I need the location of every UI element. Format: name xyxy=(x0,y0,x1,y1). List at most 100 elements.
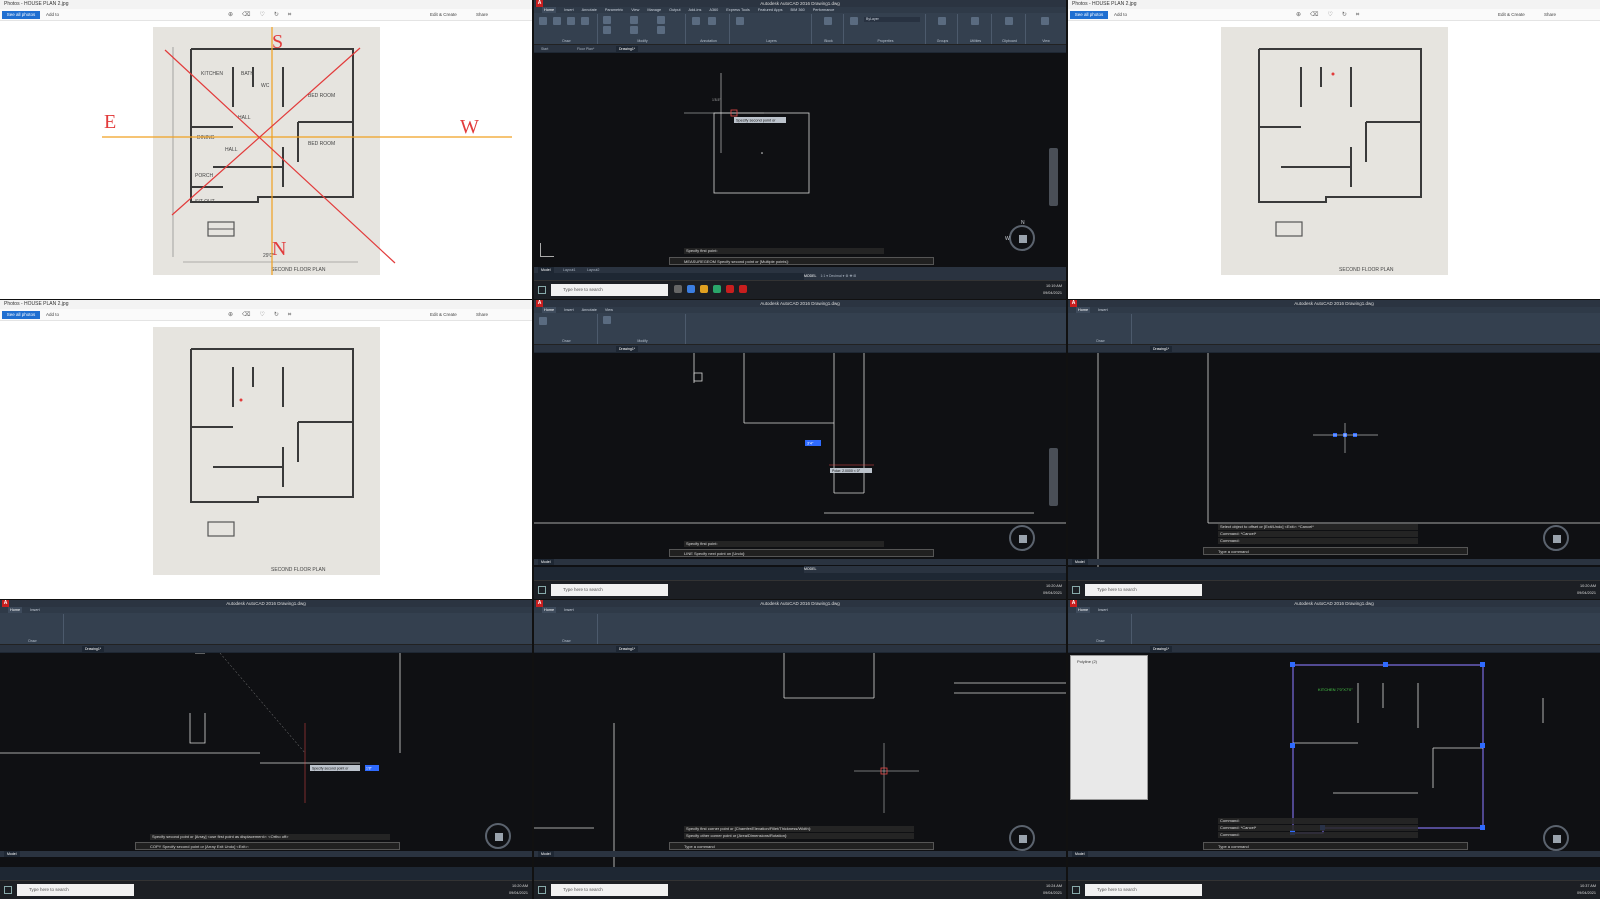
model-tab[interactable]: Model xyxy=(4,851,20,857)
doc-tab-drawing1[interactable]: Drawing1* xyxy=(616,346,639,352)
taskbar-app-icons[interactable] xyxy=(674,285,752,295)
taskbar-search-box[interactable]: Type here to search xyxy=(1085,884,1202,896)
layer-properties-icon[interactable] xyxy=(736,17,744,25)
line-tool-icon[interactable] xyxy=(539,17,547,25)
edit-create-button[interactable]: Edit & Create xyxy=(1498,11,1525,19)
taskbar-search-box[interactable]: Type here to search xyxy=(551,584,668,596)
measure-tool-icon[interactable] xyxy=(971,17,979,25)
viewcube-face[interactable] xyxy=(1019,235,1027,243)
add-to-button[interactable]: Add to xyxy=(1114,11,1127,19)
zoom-delete-favorite-rotate-crop-icons[interactable]: ⊕⌫♡↻⌗ xyxy=(228,11,300,19)
share-button[interactable]: Share xyxy=(476,11,488,19)
share-button[interactable]: Share xyxy=(476,311,488,319)
viewcube-face[interactable] xyxy=(1019,535,1027,543)
autocad-logo-icon[interactable]: A xyxy=(536,600,543,607)
autocad-logo-icon[interactable]: A xyxy=(1070,300,1077,307)
line-tool-icon[interactable] xyxy=(539,317,547,325)
add-to-button[interactable]: Add to xyxy=(46,11,59,19)
autocad-logo-icon[interactable]: A xyxy=(536,0,543,7)
viewcube-face[interactable] xyxy=(495,833,503,841)
viewcube[interactable] xyxy=(1543,525,1569,551)
model-tab[interactable]: Model xyxy=(538,851,554,857)
doc-tab-drawing1[interactable]: Drawing1* xyxy=(1150,346,1173,352)
polyline-tool-icon[interactable] xyxy=(553,17,561,25)
viewcube[interactable] xyxy=(485,823,511,849)
trim-tool-icon[interactable] xyxy=(657,16,665,24)
windows-start-icon[interactable] xyxy=(538,286,546,294)
windows-start-icon[interactable] xyxy=(538,886,546,894)
navigation-bar[interactable] xyxy=(1049,148,1058,206)
command-line[interactable]: Type a command xyxy=(1203,842,1468,850)
see-all-photos-button[interactable]: See all photos xyxy=(2,311,40,319)
doc-tab-drawing1[interactable]: Drawing1* xyxy=(616,646,639,652)
doc-tab-floor-plan[interactable]: Floor Plan* xyxy=(574,46,597,52)
viewcube-face[interactable] xyxy=(1553,535,1561,543)
model-tab[interactable]: Model xyxy=(538,559,554,565)
model-tab[interactable]: Model xyxy=(1072,559,1088,565)
taskbar-search-box[interactable]: Type here to search xyxy=(551,884,668,896)
insert-block-icon[interactable] xyxy=(824,17,832,25)
viewcube[interactable] xyxy=(1009,525,1035,551)
taskbar-search-box[interactable]: Type here to search xyxy=(1085,584,1202,596)
edit-create-button[interactable]: Edit & Create xyxy=(430,11,457,19)
layout1-tab[interactable]: Layout1 xyxy=(560,267,578,273)
taskbar-search-box[interactable]: Type here to search xyxy=(551,284,668,296)
drawing-canvas[interactable]: Specify second point or 1'8.5" NW xyxy=(534,53,1066,267)
system-tray-clock[interactable]: 10:37 AM 09/04/2021 xyxy=(1577,883,1596,897)
fillet-tool-icon[interactable] xyxy=(657,26,665,34)
layout2-tab[interactable]: Layout2 xyxy=(584,267,602,273)
dimension-tool-icon[interactable] xyxy=(708,17,716,25)
layer-dropdown[interactable]: ByLayer xyxy=(864,17,920,22)
move-tool-icon[interactable] xyxy=(603,16,611,24)
windows-start-icon[interactable] xyxy=(1072,886,1080,894)
match-properties-icon[interactable] xyxy=(850,17,858,25)
viewcube[interactable]: NW xyxy=(1005,220,1035,251)
taskbar-search-box[interactable]: Type here to search xyxy=(17,884,134,896)
add-to-button[interactable]: Add to xyxy=(46,311,59,319)
command-line[interactable]: COPY Specify second point or [Array Exit… xyxy=(135,842,400,850)
navigation-bar[interactable] xyxy=(1049,448,1058,506)
properties-palette[interactable]: Polyline (2) xyxy=(1070,655,1148,800)
arc-tool-icon[interactable] xyxy=(581,17,589,25)
circle-tool-icon[interactable] xyxy=(567,17,575,25)
doc-tab-start[interactable]: Start xyxy=(538,46,551,52)
zoom-delete-favorite-rotate-crop-icons[interactable]: ⊕⌫♡↻⌗ xyxy=(1296,11,1368,19)
system-tray-clock[interactable]: 10:20 AM 09/04/2021 xyxy=(1043,583,1062,597)
move-tool-icon[interactable] xyxy=(603,316,611,324)
rotate-tool-icon[interactable] xyxy=(630,16,638,24)
windows-start-icon[interactable] xyxy=(1072,586,1080,594)
command-line[interactable]: LINE Specify next point on [Undo]: xyxy=(669,549,934,557)
see-all-photos-button[interactable]: See all photos xyxy=(2,11,40,19)
doc-tab-drawing1[interactable]: Drawing1* xyxy=(1150,646,1173,652)
doc-tab-drawing1[interactable]: Drawing1* xyxy=(82,646,105,652)
paste-tool-icon[interactable] xyxy=(1005,17,1013,25)
viewcube-face[interactable] xyxy=(1019,835,1027,843)
status-toggles[interactable]: 1:1 ▾ Decimal ▾ ⚙ ✚ ⊞ xyxy=(820,274,856,278)
zoom-delete-favorite-rotate-crop-icons[interactable]: ⊕⌫♡↻⌗ xyxy=(228,311,300,319)
windows-start-icon[interactable] xyxy=(538,586,546,594)
viewcube-face[interactable] xyxy=(1553,835,1561,843)
autocad-logo-icon[interactable]: A xyxy=(2,600,9,607)
command-line[interactable]: Type a command xyxy=(669,842,934,850)
system-tray-clock[interactable]: 10:24 AM 09/04/2021 xyxy=(1043,883,1062,897)
group-tool-icon[interactable] xyxy=(938,17,946,25)
copy-tool-icon[interactable] xyxy=(603,26,611,34)
autocad-logo-icon[interactable]: A xyxy=(1070,600,1077,607)
system-tray-clock[interactable]: 10:20 AM 09/04/2021 xyxy=(1577,583,1596,597)
model-space-indicator[interactable]: MODEL xyxy=(804,274,816,278)
edit-create-button[interactable]: Edit & Create xyxy=(430,311,457,319)
text-tool-icon[interactable] xyxy=(692,17,700,25)
system-tray-clock[interactable]: 10:20 AM 09/04/2021 xyxy=(509,883,528,897)
command-line[interactable]: Type a command xyxy=(1203,547,1468,555)
base-view-icon[interactable] xyxy=(1041,17,1049,25)
viewcube[interactable] xyxy=(1543,825,1569,851)
system-tray-clock[interactable]: 10:19 AM 09/04/2021 xyxy=(1043,283,1062,297)
viewcube[interactable] xyxy=(1009,825,1035,851)
drawing-canvas[interactable]: 3'4" Polar: 2.0000 < 0° xyxy=(534,353,1066,567)
windows-start-icon[interactable] xyxy=(4,886,12,894)
autocad-logo-icon[interactable]: A xyxy=(536,300,543,307)
see-all-photos-button[interactable]: See all photos xyxy=(1070,11,1108,19)
command-line[interactable]: MEASUREGEOM Specify second point or [Mul… xyxy=(669,257,934,265)
model-tab[interactable]: Model xyxy=(538,267,554,273)
share-button[interactable]: Share xyxy=(1544,11,1556,19)
